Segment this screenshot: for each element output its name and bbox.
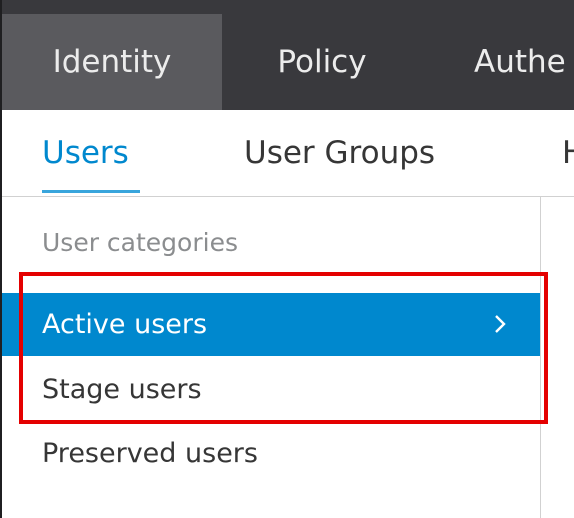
subtab-users[interactable]: Users — [42, 135, 129, 171]
sidebar-item-active-users[interactable]: Active users — [2, 293, 540, 356]
sidebar-item-label: Stage users — [42, 374, 202, 405]
sidebar-divider — [540, 197, 541, 518]
sidebar-item-label: Active users — [42, 309, 208, 340]
sidebar-item-preserved-users[interactable]: Preserved users — [2, 422, 540, 485]
app-frame: Identity Policy Authe Users User Groups … — [0, 0, 574, 518]
sidebar-item-stage-users[interactable]: Stage users — [2, 358, 540, 421]
top-navigation-strip — [0, 0, 574, 14]
sidebar-item-label: Preserved users — [42, 438, 258, 469]
tab-authentication[interactable]: Authe — [422, 14, 574, 110]
subtab-host[interactable]: H — [562, 135, 574, 171]
tab-identity[interactable]: Identity — [2, 14, 222, 110]
sidebar-heading: User categories — [42, 228, 238, 257]
active-subtab-indicator — [42, 190, 140, 193]
subtab-user-groups[interactable]: User Groups — [244, 135, 435, 171]
tab-policy[interactable]: Policy — [222, 14, 422, 110]
chevron-right-icon — [495, 315, 506, 333]
